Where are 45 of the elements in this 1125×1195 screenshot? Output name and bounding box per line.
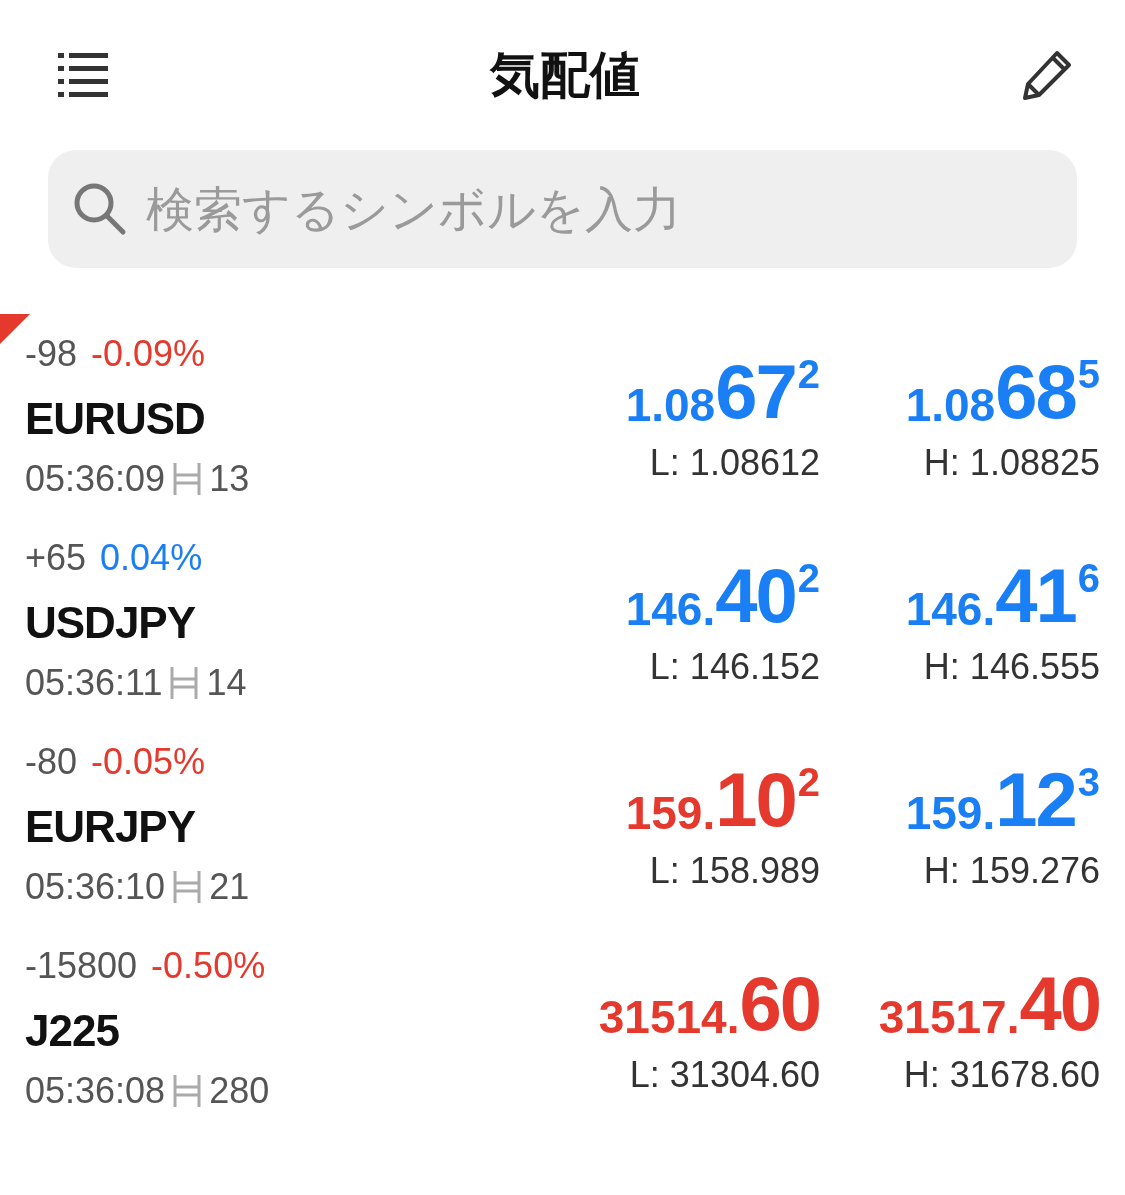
spread-value: 14	[206, 662, 247, 704]
symbol-name: J225	[25, 1006, 120, 1056]
price-range: H: 159.276	[923, 850, 1100, 892]
change-percent: -0.09%	[91, 333, 206, 375]
price-range: H: 31678.60	[903, 1054, 1100, 1096]
spread-value: 280	[209, 1070, 270, 1112]
spread-icon	[170, 667, 199, 699]
list-icon[interactable]	[58, 53, 108, 97]
price: 1.0868$^{5}$	[905, 354, 1100, 430]
price-range: L: 31304.60	[629, 1054, 820, 1096]
change-percent: 0.04%	[100, 537, 203, 579]
price: 159.12$^{3}$	[905, 762, 1100, 838]
price: 146.41$^{6}$	[905, 558, 1100, 634]
spread-value: 21	[209, 866, 250, 908]
quote-time: 05:36:09	[25, 458, 166, 500]
spread-icon	[173, 871, 202, 903]
search-icon	[72, 181, 128, 237]
symbol-name: EURUSD	[25, 394, 206, 444]
change-points: +65	[25, 537, 87, 579]
search-field[interactable]: 検索するシンボルを入力	[48, 150, 1077, 268]
price: 146.40$^{2}$	[625, 558, 820, 634]
quote-time: 05:36:08	[25, 1070, 166, 1112]
price-range: H: 1.08825	[923, 442, 1100, 484]
screen-title: 気配値	[489, 44, 640, 106]
spread-icon	[173, 1075, 202, 1107]
change-percent: -0.50%	[151, 945, 266, 987]
spread-icon	[173, 463, 202, 495]
price-range: L: 146.152	[649, 646, 820, 688]
price: 159.10$^{2}$	[625, 762, 820, 838]
quote-time: 05:36:11	[25, 662, 163, 704]
price: 1.0867$^{2}$	[625, 354, 820, 430]
symbol-name: USDJPY	[25, 598, 197, 648]
price: 31514.60	[598, 966, 820, 1042]
change-percent: -0.05%	[91, 741, 206, 783]
quote-time: 05:36:10	[25, 866, 166, 908]
change-points: -80	[25, 741, 78, 783]
price-range: H: 146.555	[923, 646, 1100, 688]
price: 31517.40	[878, 966, 1100, 1042]
change-points: -98	[25, 333, 78, 375]
pencil-icon[interactable]	[1021, 49, 1073, 101]
price-range: L: 158.989	[649, 850, 820, 892]
symbol-name: EURJPY	[25, 802, 197, 852]
price-range: L: 1.08612	[649, 442, 820, 484]
change-points: -15800	[25, 945, 138, 987]
spread-value: 13	[209, 458, 250, 500]
